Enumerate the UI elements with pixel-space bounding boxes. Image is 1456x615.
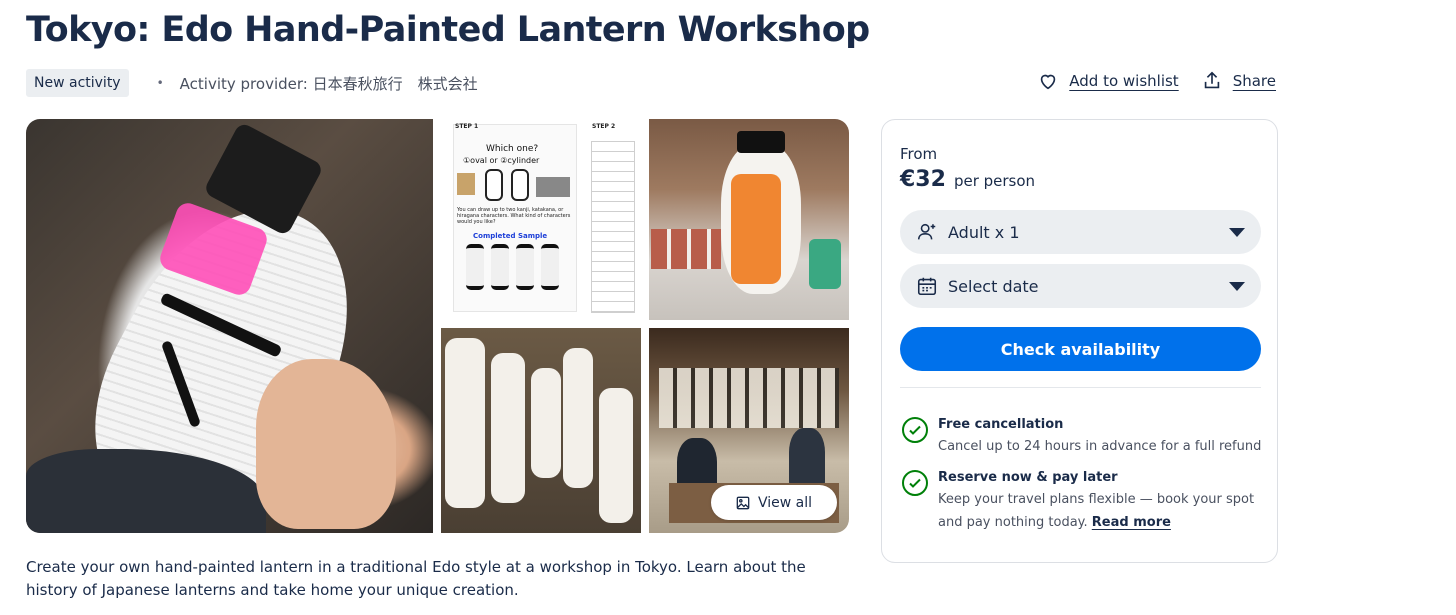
- meta-row: New activity • Activity provider: 日本春秋旅行…: [26, 68, 478, 98]
- feature-reserve-now: Reserve now & pay later Keep your travel…: [902, 468, 1258, 534]
- price: €32: [900, 167, 946, 192]
- booking-card: From €32 per person Adult x 1 Select dat…: [881, 119, 1278, 563]
- read-more-link[interactable]: Read more: [1092, 515, 1171, 530]
- which-one-text: Which one?: [486, 144, 539, 154]
- date-select[interactable]: Select date: [900, 264, 1261, 308]
- calendar-icon: [917, 277, 937, 296]
- feature-free-cancellation: Free cancellation Cancel up to 24 hours …: [902, 415, 1261, 458]
- share-icon: [1204, 71, 1219, 89]
- divider: [900, 387, 1261, 388]
- photo-orange-lantern[interactable]: [649, 119, 849, 320]
- feature-title: Reserve now & pay later: [938, 470, 1118, 485]
- share-button[interactable]: Share: [1201, 70, 1276, 92]
- chevron-down-icon: [1229, 281, 1245, 291]
- separator-dot: •: [156, 76, 164, 90]
- completed-sample-label: Completed Sample: [473, 232, 548, 240]
- image-icon: [736, 496, 750, 509]
- feature-text: Cancel up to 24 hours in advance for a f…: [938, 439, 1262, 454]
- per-person-label: per person: [953, 172, 1036, 190]
- share-label: Share: [1232, 72, 1276, 90]
- participants-select[interactable]: Adult x 1: [900, 210, 1261, 254]
- view-all-label: View all: [757, 494, 813, 511]
- page-title: Tokyo: Edo Hand-Painted Lantern Workshop: [26, 10, 870, 50]
- person-icon: [917, 223, 936, 240]
- photo-lantern-wall[interactable]: [441, 328, 641, 533]
- main-photo-lantern-painting[interactable]: [26, 119, 433, 533]
- activity-provider: Activity provider: 日本春秋旅行 株式会社: [179, 74, 478, 93]
- from-label: From: [900, 145, 938, 163]
- step1-label: STEP 1: [455, 123, 479, 130]
- view-all-button[interactable]: View all: [711, 485, 837, 520]
- date-placeholder: Select date: [948, 276, 1039, 296]
- photo-gallery: STEP 1 STEP 2 Which one? ①oval or ②cylin…: [26, 119, 849, 533]
- feature-text: Keep your travel plans flexible — book y…: [938, 488, 1258, 534]
- check-circle-icon: [902, 417, 928, 443]
- step2-label: STEP 2: [592, 123, 616, 130]
- header-actions: Add to wishlist Share: [1037, 70, 1276, 92]
- new-activity-badge: New activity: [26, 69, 129, 97]
- instruction-hint: You can draw up to two kanji, katakana, …: [457, 207, 571, 225]
- heart-icon: [1041, 74, 1056, 90]
- photo-instruction-sheet[interactable]: STEP 1 STEP 2 Which one? ①oval or ②cylin…: [441, 119, 641, 320]
- participants-value: Adult x 1: [948, 222, 1020, 242]
- feature-title: Free cancellation: [938, 417, 1064, 432]
- chevron-down-icon: [1229, 227, 1245, 237]
- activity-description: Create your own hand-painted lantern in …: [26, 558, 806, 599]
- add-to-wishlist-button[interactable]: Add to wishlist: [1037, 70, 1179, 92]
- check-availability-button[interactable]: Check availability: [900, 327, 1261, 371]
- price-row: €32 per person: [900, 167, 1035, 192]
- wishlist-label: Add to wishlist: [1069, 72, 1179, 90]
- options-text: ①oval or ②cylinder: [463, 156, 540, 165]
- check-circle-icon: [902, 470, 928, 496]
